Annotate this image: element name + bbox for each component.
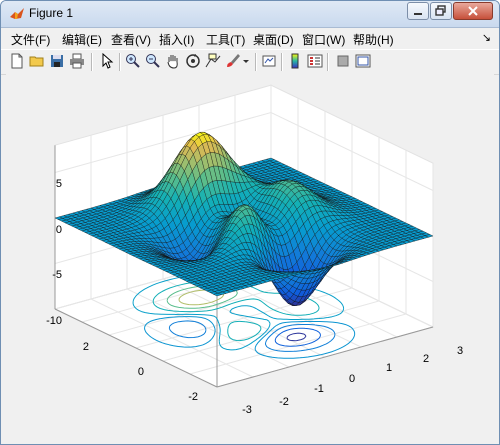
x-tick-label: 1 (386, 362, 392, 374)
new-file-icon[interactable] (9, 53, 25, 69)
menu-view[interactable]: 查看(V) (111, 31, 151, 48)
maximize-button[interactable] (430, 2, 452, 20)
pan-hand-icon[interactable] (165, 53, 181, 69)
show-plot-tools-icon[interactable] (355, 53, 371, 69)
toolbar-separator (255, 53, 257, 71)
menu-insert[interactable]: 插入(I) (159, 31, 194, 48)
z-tick-label: -5 (52, 269, 62, 281)
maximize-icon (435, 5, 446, 16)
z-tick-label: 0 (56, 224, 62, 236)
matlab-icon (10, 8, 24, 19)
zoom-out-icon[interactable] (145, 53, 161, 69)
figure-window: Figure 1 文件(F) 编辑(E) 查看(V) 插入(I) 工具(T) 桌… (0, 0, 500, 445)
legend-icon[interactable] (307, 53, 323, 69)
x-tick-label: 3 (457, 345, 463, 357)
menu-window[interactable]: 窗口(W) (302, 31, 345, 48)
pointer-icon[interactable] (99, 53, 115, 69)
menu-help[interactable]: 帮助(H) (353, 31, 394, 48)
save-icon[interactable] (49, 53, 65, 69)
x-tick-label: -3 (242, 404, 252, 416)
figure-canvas[interactable]: 5 0 -5 -10 2 0 -2 -3 -2 -1 0 1 2 3 (6, 74, 494, 442)
data-cursor-icon[interactable] (205, 53, 221, 69)
toolbar-separator (119, 53, 121, 71)
window-title: Figure 1 (29, 6, 74, 20)
menu-tools[interactable]: 工具(T) (206, 31, 245, 48)
z-tick-label: -10 (46, 315, 62, 327)
dock-arrow-icon[interactable]: ↘ (482, 31, 491, 44)
hide-plot-tools-icon[interactable] (335, 53, 351, 69)
open-folder-icon[interactable] (29, 53, 45, 69)
close-button[interactable] (453, 2, 493, 20)
y-tick-label: 0 (138, 366, 144, 378)
x-tick-label: 2 (423, 353, 429, 365)
toolbar-separator (281, 53, 283, 71)
y-tick-label: -2 (188, 391, 198, 403)
print-icon[interactable] (69, 53, 85, 69)
menu-file[interactable]: 文件(F) (11, 31, 50, 48)
menu-edit[interactable]: 编辑(E) (62, 31, 102, 48)
x-tick-label: -2 (279, 396, 289, 408)
minimize-icon (414, 13, 422, 15)
title-bar: Figure 1 (1, 1, 499, 28)
toolbar-separator (327, 53, 329, 71)
brush-icon[interactable] (225, 53, 241, 69)
brush-menu-arrow-icon[interactable] (241, 53, 251, 69)
y-tick-label: 2 (83, 341, 89, 353)
x-tick-label: -1 (314, 383, 324, 395)
toolbar-separator (91, 53, 93, 71)
z-tick-label: 5 (56, 178, 62, 190)
menu-desktop[interactable]: 桌面(D) (253, 31, 294, 48)
link-plot-icon[interactable] (261, 53, 277, 69)
x-tick-label: 0 (349, 373, 355, 385)
colorbar-icon[interactable] (287, 53, 303, 69)
surface-plot[interactable]: 5 0 -5 -10 2 0 -2 -3 -2 -1 0 1 2 3 (6, 74, 494, 442)
zoom-in-icon[interactable] (125, 53, 141, 69)
close-icon (468, 6, 478, 16)
minimize-button[interactable] (407, 2, 429, 20)
menu-bar: 文件(F) 编辑(E) 查看(V) 插入(I) 工具(T) 桌面(D) 窗口(W… (1, 28, 499, 48)
rotate-3d-icon[interactable] (185, 53, 201, 69)
figure-toolbar (1, 49, 499, 75)
